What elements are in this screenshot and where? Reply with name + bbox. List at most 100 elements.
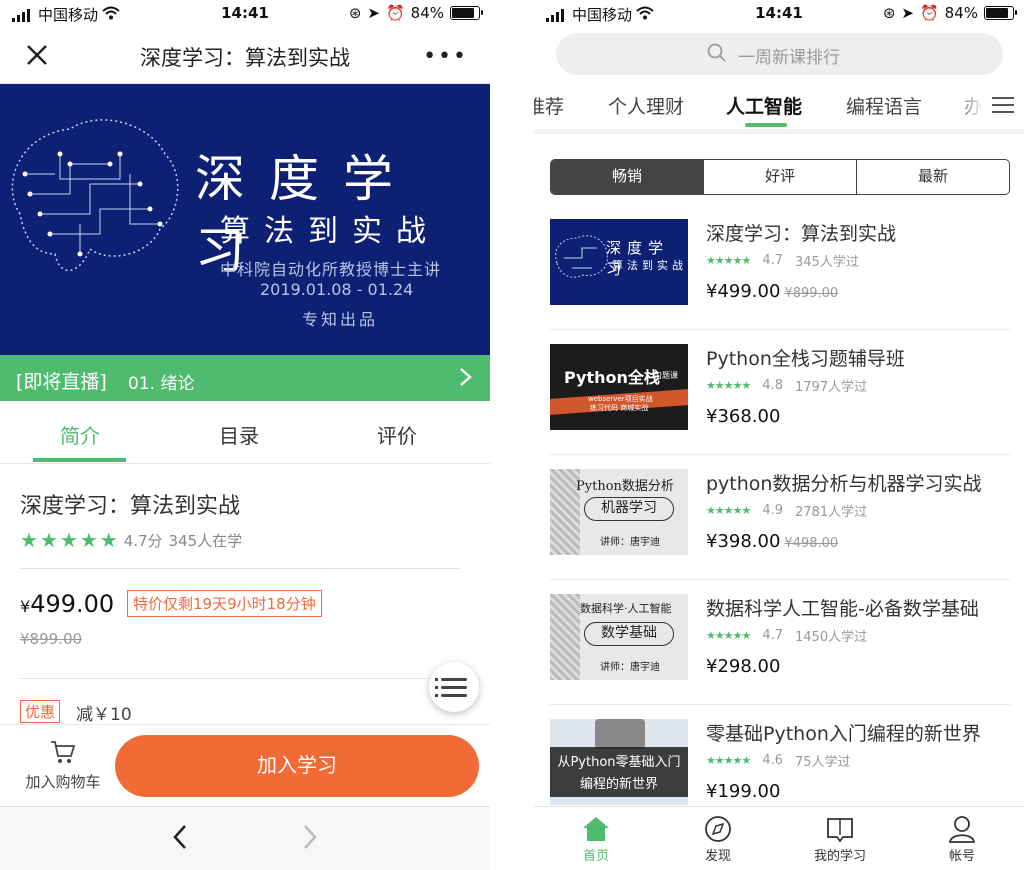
sort-top-rated[interactable]: 好评	[704, 160, 857, 194]
sort-segmented-control: 畅销 好评 最新	[550, 159, 1010, 195]
promo-countdown-badge: 特价仅剩19天9小时18分钟	[127, 590, 322, 617]
course-title: Python全栈习题辅导班	[706, 348, 905, 370]
user-icon	[948, 816, 976, 843]
rating-stars-icon: ★★★★★	[706, 754, 751, 767]
discount-text[interactable]: 减￥10	[76, 700, 132, 725]
book-icon	[827, 818, 853, 843]
course-thumbnail: 深度学习 算法到实战	[550, 219, 688, 305]
discount-badge: 优惠	[20, 700, 61, 723]
status-bar: 中国移动 14:41 ⊛ ➤ ⏰ 84%	[534, 0, 1024, 28]
status-bar: 中国移动 14:41 ⊛ ➤ ⏰ 84%	[0, 0, 490, 28]
orientation-lock-icon: ⊛	[882, 4, 896, 22]
back-icon[interactable]	[170, 821, 190, 861]
course-title: python数据分析与机器学习实战	[706, 473, 982, 495]
list-item[interactable]: Python数据分析 机器学习 讲师：唐宇迪 python数据分析与机器学习实战…	[550, 455, 1010, 580]
tab-ai[interactable]: 人工智能	[726, 92, 802, 119]
sort-bestselling[interactable]: 畅销	[551, 160, 704, 194]
live-tag: [即将直播]	[16, 371, 107, 393]
alarm-icon: ⏰	[919, 4, 939, 22]
rating-score: 4.7	[762, 628, 783, 643]
tab-finance[interactable]: 个人理财	[608, 92, 684, 119]
add-to-cart-button[interactable]: 加入购物车	[20, 739, 106, 792]
original-price: ¥498.00	[784, 536, 839, 551]
tab-home[interactable]: 首页	[546, 815, 646, 864]
original-price: ¥899.00	[20, 630, 83, 648]
rating-stars-icon: ★★★★★	[706, 629, 751, 642]
rating-score: 4.6	[762, 753, 783, 768]
learner-count: 345人学过	[795, 255, 859, 270]
alarm-icon: ⏰	[385, 4, 405, 22]
learner-count: 1797人学过	[795, 380, 868, 395]
course-price: ¥298.00	[706, 656, 781, 677]
list-item[interactable]: 数据科学·人工智能 数学基础 讲师：唐宇迪 数据科学人工智能-必备数学基础 ★★…	[550, 580, 1010, 705]
course-price: ¥368.00	[706, 406, 781, 427]
nav-bar: 深度学习：算法到实战 •••	[0, 28, 490, 84]
banner-subtitle: 算法到实战	[220, 214, 440, 249]
banner-author: 中科院自动化所教授博士主讲	[220, 260, 442, 279]
search-input[interactable]: 一周新课排行	[556, 33, 1003, 75]
live-chapter: 01. 绪论	[128, 374, 195, 394]
course-thumbnail: 数据科学·人工智能 数学基础 讲师：唐宇迪	[550, 594, 688, 680]
forward-icon[interactable]	[300, 821, 320, 861]
course-title: 深度学习：算法到实战	[20, 494, 241, 519]
rating-stars-icon: ★★★★★	[706, 379, 751, 392]
divider	[20, 678, 460, 679]
divider	[20, 568, 460, 569]
rating-stars-icon: ★★★★★	[20, 528, 118, 552]
search-placeholder: 一周新课排行	[738, 48, 840, 68]
learner-count: 1450人学过	[795, 630, 868, 645]
learner-count: 75人学过	[795, 755, 851, 770]
course-price: ¥499.00	[20, 590, 114, 618]
brain-circuit-icon	[11, 119, 179, 272]
active-tab-indicator	[33, 458, 126, 462]
rating-score: 4.9	[762, 503, 783, 518]
location-icon: ➤	[367, 4, 380, 22]
screen-gap	[490, 0, 534, 870]
tab-account[interactable]: 帐号	[912, 815, 1012, 864]
course-thumbnail: Python全栈 习题课 webserver项目实战 练习代码 商城实战	[550, 344, 688, 430]
brain-circuit-icon	[555, 235, 608, 278]
course-thumbnail: 从Python零基础入门 编程的新世界	[550, 719, 688, 805]
rating-score: 4.7分	[123, 531, 163, 550]
tab-intro[interactable]: 简介	[20, 420, 140, 449]
tab-reviews[interactable]: 评价	[337, 420, 457, 449]
tab-discover[interactable]: 发现	[668, 815, 768, 864]
course-detail-screen: 中国移动 14:41 ⊛ ➤ ⏰ 84% 深度学习：算法到实战 ••• 深度学习…	[0, 0, 490, 870]
course-price: ¥199.00	[706, 781, 781, 802]
page-title: 深度学习：算法到实战	[140, 46, 350, 70]
list-item[interactable]: Python全栈 习题课 webserver项目实战 练习代码 商城实战 Pyt…	[550, 330, 1010, 455]
banner-publisher: 专知出品	[302, 310, 379, 329]
learner-count: 2781人学过	[795, 505, 868, 520]
sort-newest[interactable]: 最新	[857, 160, 1009, 194]
join-course-button[interactable]: 加入学习	[115, 735, 479, 797]
battery-percent: 84%	[410, 4, 444, 22]
course-title: 零基础Python入门编程的新世界	[706, 723, 981, 745]
battery-percent: 84%	[944, 4, 978, 22]
course-price: ¥499.00 ¥899.00	[706, 281, 839, 302]
course-banner: 深度学习 算法到实战 中科院自动化所教授博士主讲 2019.01.08 - 01…	[0, 84, 490, 355]
battery-icon	[984, 6, 1017, 20]
list-item[interactable]: 深度学习 算法到实战 深度学习：算法到实战 ★★★★★ 4.7 345人学过 ¥49…	[550, 205, 1010, 330]
tab-catalog[interactable]: 目录	[179, 420, 299, 449]
tab-programming[interactable]: 编程语言	[846, 92, 922, 119]
more-icon[interactable]: •••	[423, 44, 468, 69]
rating-score: 4.7	[762, 253, 783, 268]
rating-stars-icon: ★★★★★	[706, 254, 751, 267]
active-tab-indicator	[745, 123, 787, 127]
rating-score: 4.8	[762, 378, 783, 393]
menu-icon[interactable]	[992, 97, 1014, 118]
detail-tabs: 简介 目录 评价	[0, 402, 490, 464]
compass-icon	[705, 816, 731, 842]
browser-toolbar	[0, 806, 490, 870]
learner-count: 345人在学	[168, 531, 243, 550]
course-title: 深度学习：算法到实战	[706, 223, 897, 245]
live-chapter-bar[interactable]: [即将直播] 01. 绪论	[0, 355, 490, 401]
location-icon: ➤	[901, 4, 914, 22]
banner-dates: 2019.01.08 - 01.24	[260, 280, 414, 299]
search-icon	[706, 42, 728, 68]
chevron-right-icon	[458, 363, 474, 397]
catalog-float-button[interactable]	[429, 662, 479, 712]
category-tabs: 推荐 个人理财 人工智能 编程语言 办	[534, 84, 1024, 134]
tab-my-learning[interactable]: 我的学习	[790, 815, 890, 864]
tab-recommend[interactable]: 推荐	[534, 92, 564, 119]
